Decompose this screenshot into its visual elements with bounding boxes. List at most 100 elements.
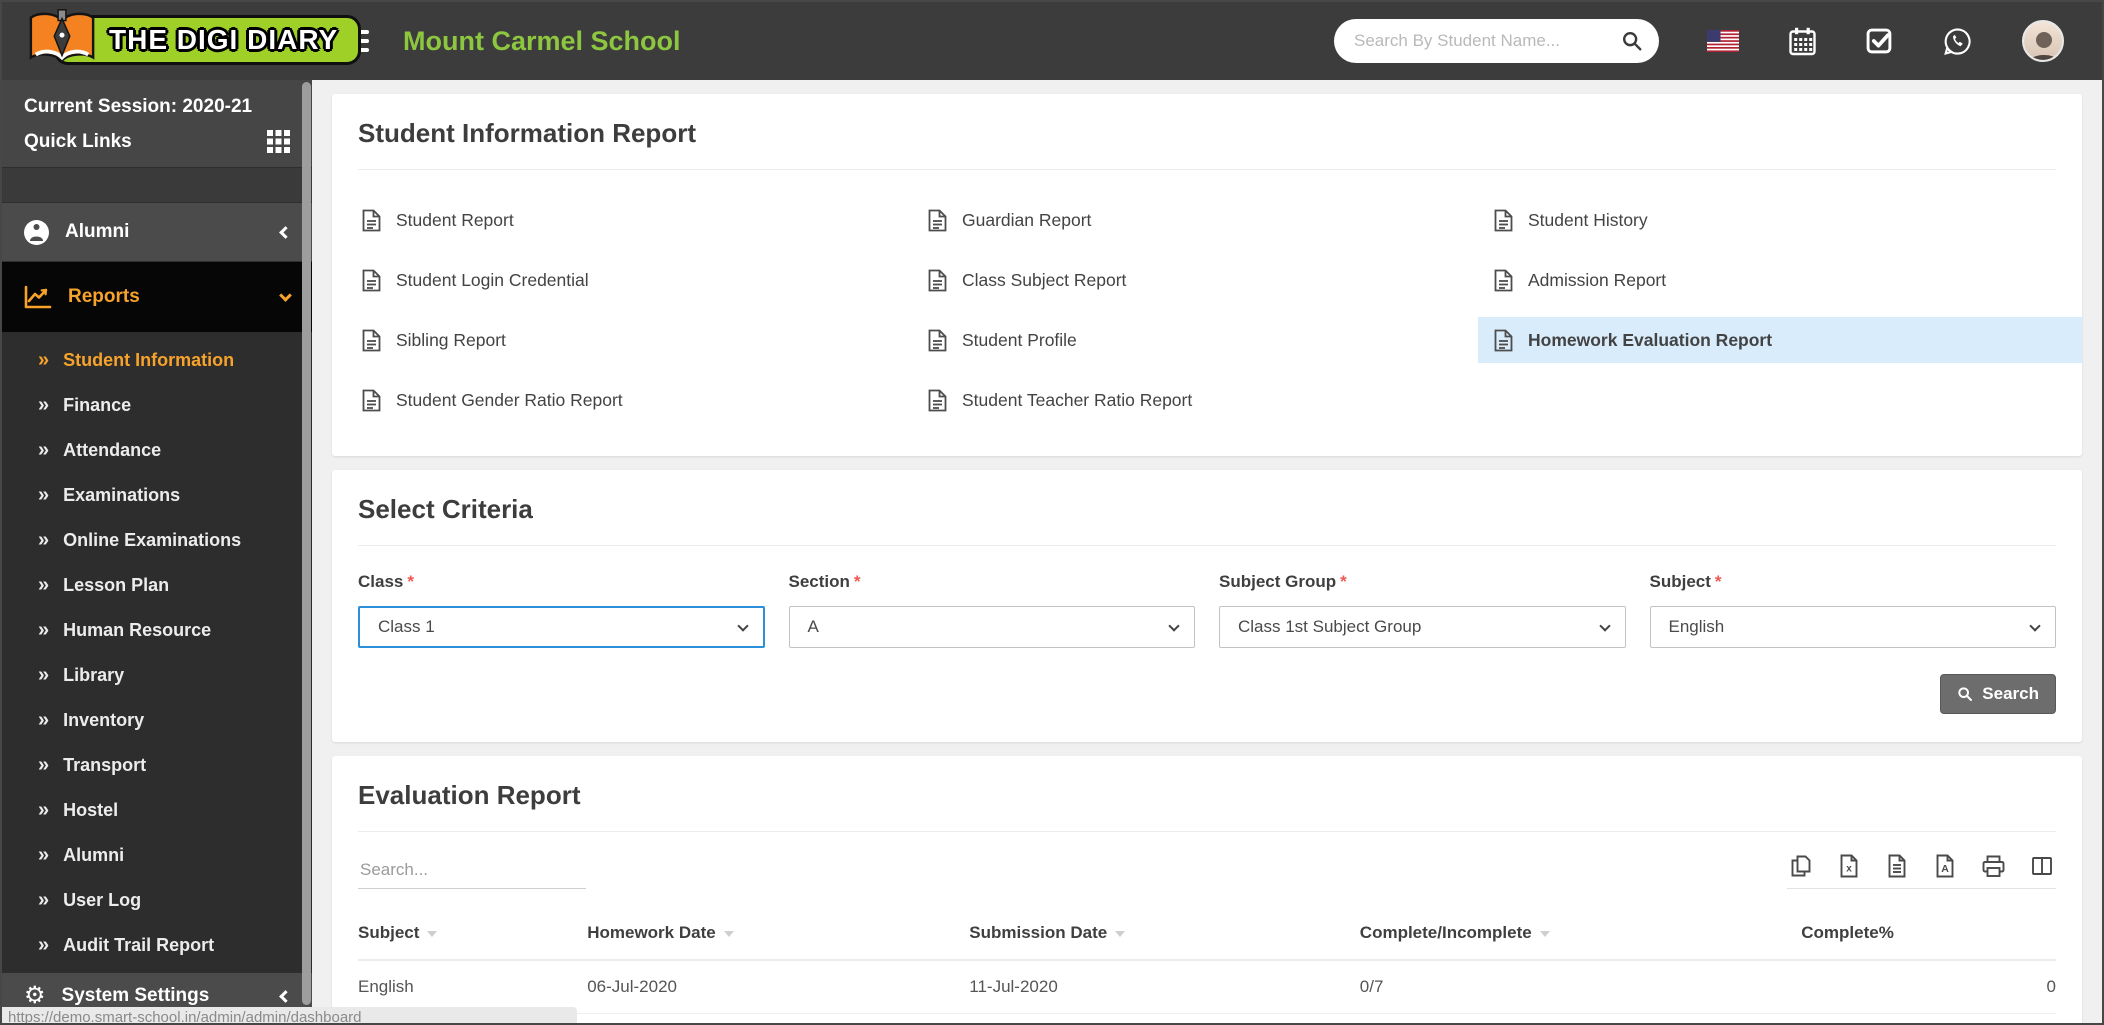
print-icon[interactable] — [1981, 854, 2006, 878]
sidebar-subitem-online-examinations[interactable]: Online Examinations — [2, 518, 312, 563]
section-select-value: A — [807, 617, 819, 636]
link-student-login-credential[interactable]: Student Login Credential — [358, 257, 924, 303]
file-text-icon — [1494, 269, 1513, 291]
export-toolbar: x A — [1787, 854, 2056, 889]
subitem-label: Hostel — [63, 800, 119, 820]
quick-links-label[interactable]: Quick Links — [24, 131, 132, 153]
sidebar-subitem-finance[interactable]: Finance — [2, 383, 312, 428]
task-check-icon[interactable] — [1866, 28, 1893, 55]
quick-links-grid-icon[interactable] — [267, 130, 290, 153]
sort-caret-icon — [1115, 930, 1126, 937]
student-search-input[interactable] — [1354, 31, 1621, 51]
section-select[interactable]: A — [788, 606, 1195, 648]
report-link-label: Student Profile — [962, 329, 1077, 350]
svg-text:x: x — [1846, 864, 1852, 875]
column-header-homework-date[interactable]: Homework Date — [587, 911, 970, 961]
column-visibility-icon[interactable] — [2030, 854, 2054, 878]
search-button-label: Search — [1982, 684, 2039, 703]
evaluation-report-card: Evaluation Report x — [332, 756, 2082, 1023]
double-chevron-icon — [38, 890, 49, 911]
column-header-complete-percent[interactable]: Complete% — [1801, 911, 2056, 961]
double-chevron-icon — [38, 845, 49, 866]
table-row[interactable]: English 06-Jul-2020 11-Jul-2020 0/7 0 — [358, 960, 2056, 1014]
sidebar-subitem-examinations[interactable]: Examinations — [2, 473, 312, 518]
user-avatar[interactable] — [2022, 20, 2064, 62]
link-class-subject-report[interactable]: Class Subject Report — [924, 257, 1490, 303]
double-chevron-icon — [38, 665, 49, 686]
subitem-label: Human Resource — [63, 620, 212, 640]
copy-icon[interactable] — [1789, 854, 1813, 878]
report-link-label: Student Gender Ratio Report — [396, 389, 623, 410]
link-student-history[interactable]: Student History — [1490, 197, 2056, 243]
cell-homework-date: 06-Jul-2020 — [587, 960, 970, 1014]
sidebar-subitem-inventory[interactable]: Inventory — [2, 698, 312, 743]
class-label: Class * — [358, 572, 414, 591]
calendar-icon[interactable] — [1789, 27, 1816, 56]
sidebar-subitem-hostel[interactable]: Hostel — [2, 788, 312, 833]
search-icon[interactable] — [1621, 30, 1643, 52]
subitem-label: Inventory — [63, 710, 145, 730]
chart-line-icon — [24, 285, 52, 309]
table-row[interactable]: English 01-Jul-2020 06-Jul-2020 0/7 0 — [358, 1013, 2056, 1023]
link-student-gender-ratio-report[interactable]: Student Gender Ratio Report — [358, 377, 924, 423]
app-logo[interactable]: THE DIGI DIARY — [2, 2, 362, 80]
sidebar-subitem-student-information[interactable]: Student Information — [2, 338, 312, 383]
evaluation-table: Subject Homework Date Submission Date Co… — [358, 911, 2056, 1023]
sidebar-subitem-user-log[interactable]: User Log — [2, 878, 312, 923]
link-student-teacher-ratio-report[interactable]: Student Teacher Ratio Report — [924, 377, 1490, 423]
column-header-complete-incomplete[interactable]: Complete/Incomplete — [1359, 911, 1802, 961]
subitem-label: Finance — [63, 395, 132, 415]
table-header-row: Subject Homework Date Submission Date Co… — [358, 911, 2056, 961]
chevron-down-icon — [2029, 619, 2041, 632]
sidebar-subitem-attendance[interactable]: Attendance — [2, 428, 312, 473]
excel-export-icon[interactable]: x — [1837, 854, 1861, 878]
language-flag-icon[interactable] — [1707, 30, 1739, 52]
sidebar-subitem-library[interactable]: Library — [2, 653, 312, 698]
column-header-submission-date[interactable]: Submission Date — [969, 911, 1360, 961]
logo-text: THE DIGI DIARY — [109, 24, 339, 55]
sidebar-item-reports[interactable]: Reports — [2, 262, 312, 332]
double-chevron-icon — [38, 575, 49, 596]
sidebar-subitem-audit-trail-report[interactable]: Audit Trail Report — [2, 923, 312, 968]
search-button[interactable]: Search — [1940, 674, 2056, 714]
link-guardian-report[interactable]: Guardian Report — [924, 197, 1490, 243]
sidebar-subitem-lesson-plan[interactable]: Lesson Plan — [2, 563, 312, 608]
report-link-label: Homework Evaluation Report — [1528, 329, 1773, 350]
sidebar-scrollbar[interactable] — [302, 82, 311, 1005]
file-text-icon — [362, 389, 381, 411]
cell-homework-date: 01-Jul-2020 — [587, 1013, 970, 1023]
sidebar-subitem-alumni[interactable]: Alumni — [2, 833, 312, 878]
table-search-input[interactable] — [358, 856, 586, 889]
report-link-label: Student History — [1528, 209, 1648, 230]
whatsapp-icon[interactable] — [1943, 27, 1972, 56]
link-student-profile[interactable]: Student Profile — [924, 317, 1490, 363]
file-text-icon — [928, 269, 947, 291]
report-link-label: Student Login Credential — [396, 269, 589, 290]
select-criteria-title: Select Criteria — [358, 470, 2056, 546]
link-homework-evaluation-report[interactable]: Homework Evaluation Report — [1478, 317, 2082, 363]
double-chevron-icon — [38, 485, 49, 506]
session-block: Current Session: 2020-21 Quick Links — [2, 80, 312, 168]
cell-complete-incomplete: 0/7 — [1359, 1013, 1802, 1023]
sidebar-item-alumni-top[interactable]: Alumni — [2, 202, 312, 262]
sort-caret-icon — [1539, 930, 1550, 937]
link-admission-report[interactable]: Admission Report — [1490, 257, 2056, 303]
subject-select[interactable]: English — [1649, 606, 2056, 648]
top-navbar: THE DIGI DIARY Mount Carmel School — [2, 2, 2102, 80]
subject-group-select[interactable]: Class 1st Subject Group — [1219, 606, 1626, 648]
file-text-icon — [1494, 209, 1513, 231]
link-student-report[interactable]: Student Report — [358, 197, 924, 243]
pdf-export-icon[interactable]: A — [1933, 854, 1957, 878]
double-chevron-icon — [38, 350, 49, 371]
column-header-subject[interactable]: Subject — [358, 911, 588, 961]
class-select[interactable]: Class 1 — [358, 606, 765, 648]
gears-icon — [24, 984, 46, 1009]
csv-export-icon[interactable] — [1885, 854, 1909, 878]
required-asterisk: * — [1714, 572, 1722, 591]
cell-subject: English — [358, 960, 588, 1014]
sidebar-subitem-human-resource[interactable]: Human Resource — [2, 608, 312, 653]
double-chevron-icon — [38, 800, 49, 821]
sort-caret-icon — [723, 930, 734, 937]
sidebar-subitem-transport[interactable]: Transport — [2, 743, 312, 788]
link-sibling-report[interactable]: Sibling Report — [358, 317, 924, 363]
